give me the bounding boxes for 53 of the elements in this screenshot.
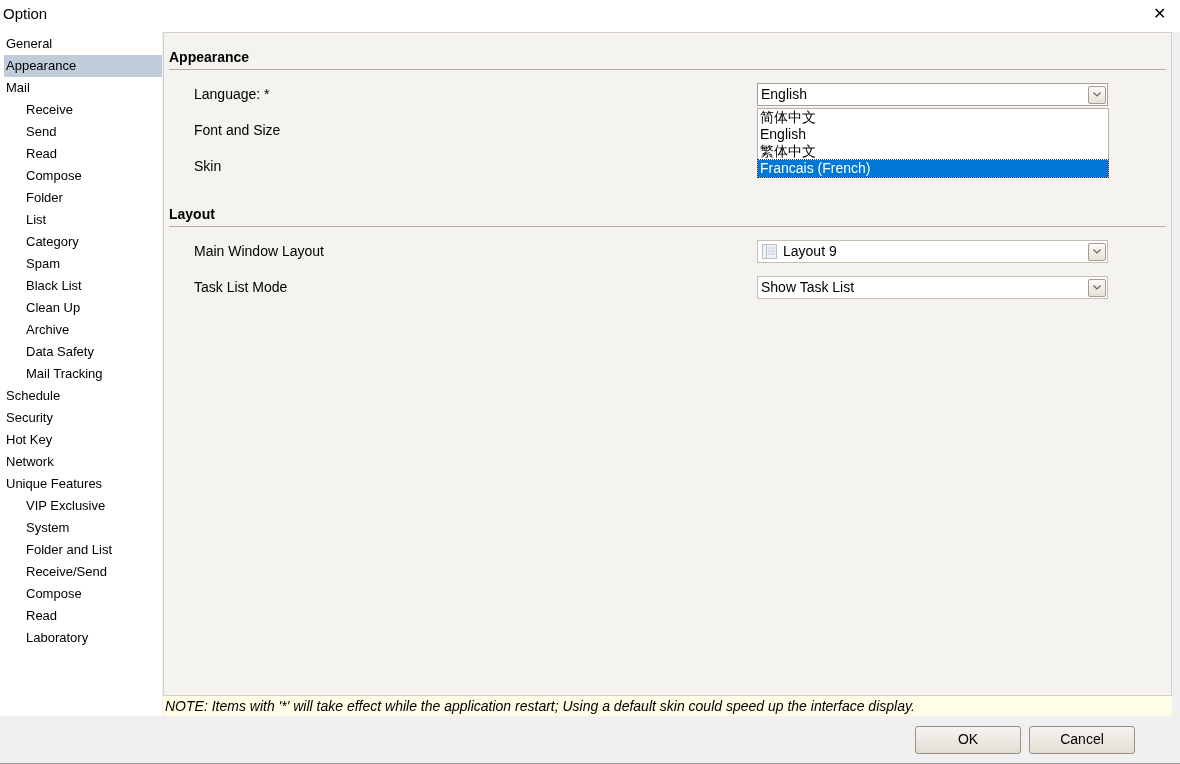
sidebar-item[interactable]: Mail: [4, 77, 162, 99]
dialog-button[interactable]: OK: [915, 725, 1021, 754]
sidebar-item[interactable]: Mail Tracking: [4, 363, 162, 385]
sidebar-item[interactable]: Laboratory: [4, 627, 162, 649]
sidebar-item[interactable]: VIP Exclusive: [4, 495, 162, 517]
sidebar-item[interactable]: List: [4, 209, 162, 231]
sidebar-item[interactable]: Clean Up: [4, 297, 162, 319]
sidebar-item[interactable]: Hot Key: [4, 429, 162, 451]
dropdown-arrow-button[interactable]: [1088, 85, 1106, 104]
dropdown-option[interactable]: Francais (French): [758, 160, 1108, 177]
dropdown-arrow-button[interactable]: [1088, 278, 1106, 297]
setting-label: Font and Size: [193, 121, 282, 140]
window-title: Option: [3, 3, 48, 24]
close-button[interactable]: ✕: [1153, 2, 1166, 26]
caret-icon: [1093, 285, 1101, 290]
section-heading: Layout: [169, 204, 1166, 227]
sidebar-item[interactable]: Read: [4, 605, 162, 627]
sidebar-item[interactable]: System: [4, 517, 162, 539]
sidebar-item[interactable]: Black List: [4, 275, 162, 297]
caret-icon: [1093, 92, 1101, 97]
setting-label: Language: *: [193, 85, 271, 104]
sidebar-item[interactable]: Folder: [4, 187, 162, 209]
note-text: NOTE: Items with '*' will take effect while the application restart; Using a default skin could speed up the interface display.: [163, 696, 1172, 716]
sidebar-item[interactable]: Network: [4, 451, 162, 473]
sidebar-item[interactable]: Unique Features: [4, 473, 162, 495]
sidebar-item[interactable]: General: [4, 33, 162, 55]
sidebar-item[interactable]: Schedule: [4, 385, 162, 407]
dialog-button[interactable]: Cancel: [1029, 725, 1135, 754]
dropdown-arrow-button[interactable]: [1088, 242, 1106, 261]
sidebar-item[interactable]: Receive: [4, 99, 162, 121]
dropdown-option[interactable]: 简体中文: [758, 109, 1108, 126]
sidebar-item[interactable]: Category: [4, 231, 162, 253]
setting-label: Task List Mode: [193, 278, 289, 297]
sidebar-item[interactable]: Receive/Send: [4, 561, 162, 583]
sidebar-item[interactable]: Spam: [4, 253, 162, 275]
sidebar-item[interactable]: Compose: [4, 583, 162, 605]
dropdown-field[interactable]: English: [757, 83, 1108, 106]
sidebar-item[interactable]: Data Safety: [4, 341, 162, 363]
sidebar-item[interactable]: Send: [4, 121, 162, 143]
sidebar-item[interactable]: Archive: [4, 319, 162, 341]
sidebar-item[interactable]: Security: [4, 407, 162, 429]
dropdown-option[interactable]: English: [758, 126, 1108, 143]
setting-label: Skin: [193, 157, 223, 176]
section-heading: Appearance: [169, 47, 1166, 70]
caret-icon: [1093, 249, 1101, 254]
setting-label: Main Window Layout: [193, 242, 325, 261]
dropdown-option[interactable]: 繁体中文: [758, 143, 1108, 160]
sidebar-item[interactable]: Read: [4, 143, 162, 165]
sidebar-item[interactable]: Appearance: [4, 55, 162, 77]
sidebar-item[interactable]: Folder and List: [4, 539, 162, 561]
sidebar-item[interactable]: Compose: [4, 165, 162, 187]
dropdown-field[interactable]: Show Task List: [757, 276, 1108, 299]
dropdown-field[interactable]: Layout 9: [757, 240, 1108, 263]
